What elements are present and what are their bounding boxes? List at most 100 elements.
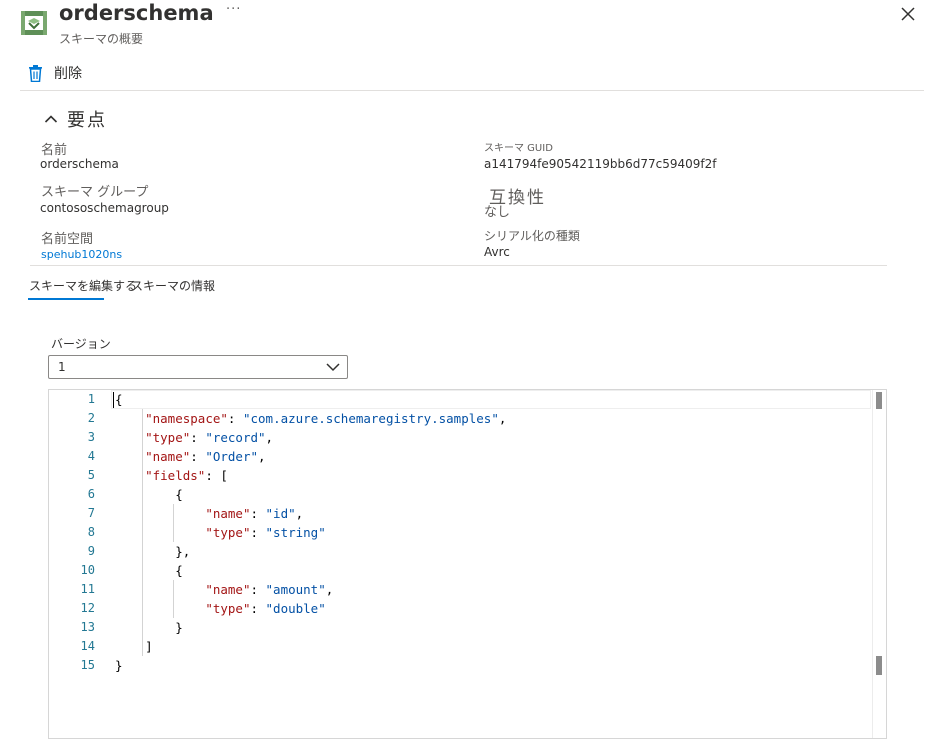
code-token: {	[115, 392, 123, 407]
code-line: {	[115, 390, 123, 409]
code-token: ,	[265, 430, 274, 445]
code-token: "amount"	[265, 582, 326, 597]
line-number: 2	[87, 411, 95, 425]
tab-schema-info[interactable]: スキーマの情報	[131, 277, 215, 294]
active-tab-indicator	[28, 298, 104, 300]
delete-button[interactable]: 削除	[28, 62, 82, 84]
text-cursor	[113, 392, 114, 408]
code-token: "name"	[205, 506, 251, 521]
namespace-link[interactable]: spehub1020ns	[41, 248, 122, 261]
current-line-highlight	[111, 390, 871, 409]
namespace-label: 名前空間	[41, 232, 94, 247]
code-token: ,	[498, 411, 507, 426]
code-token: :	[227, 411, 243, 426]
code-line: "namespace": "com.azure.schemaregistry.s…	[115, 409, 506, 428]
line-number: 9	[87, 544, 95, 558]
schema-guid-value: a141794fe90542119bb6d77c59409f2f	[484, 157, 717, 171]
schema-code-editor[interactable]: 1 2 3 4 5 6 7 8 9 10 11 12 13 14 15 { "namespace": "co…	[48, 389, 887, 739]
code-line: "fields": [	[115, 466, 228, 485]
code-token: {	[115, 563, 183, 578]
code-token: :	[250, 601, 266, 616]
code-token: "record"	[205, 430, 266, 445]
code-token: "name"	[145, 449, 191, 464]
editor-scrollbar[interactable]	[872, 390, 886, 738]
schema-guid-label: スキーマ GUID	[484, 143, 553, 154]
code-token: ,	[325, 582, 334, 597]
code-token: "type"	[205, 601, 251, 616]
code-token: }	[115, 620, 183, 635]
code-line: "name": "Order",	[115, 447, 266, 466]
scrollbar-marker	[876, 656, 882, 675]
code-token: :	[190, 430, 206, 445]
line-number: 15	[80, 658, 95, 672]
code-token: :	[250, 582, 266, 597]
code-line: "type": "double"	[115, 599, 326, 618]
schema-group-label: スキーマ グループ	[41, 185, 149, 200]
code-token: :	[250, 525, 266, 540]
line-number: 11	[80, 582, 95, 596]
line-number: 14	[80, 639, 95, 653]
scrollbar-marker	[876, 392, 882, 409]
code-token: },	[115, 544, 191, 559]
chevron-up-icon	[44, 115, 58, 123]
code-line: }	[115, 656, 123, 675]
page-subtitle: スキーマの概要	[59, 32, 144, 46]
line-number: 5	[87, 468, 95, 482]
code-line: "type": "string"	[115, 523, 326, 542]
line-number: 13	[80, 620, 95, 634]
schema-icon	[21, 11, 47, 35]
close-icon[interactable]	[899, 5, 917, 23]
code-token: "fields"	[145, 468, 206, 483]
code-token: }	[115, 658, 123, 673]
schema-group-value: contososchemagroup	[40, 201, 169, 215]
line-number: 1	[87, 392, 95, 406]
page-title: orderschema	[59, 1, 214, 25]
code-token: "namespace"	[145, 411, 228, 426]
line-number: 8	[87, 525, 95, 539]
code-line: {	[115, 561, 183, 580]
code-token: "name"	[205, 582, 251, 597]
code-token: "type"	[145, 430, 191, 445]
code-token: ]	[115, 639, 153, 654]
more-options-button[interactable]: ···	[226, 2, 241, 17]
code-token: "string"	[265, 525, 326, 540]
code-token: ,	[295, 506, 304, 521]
version-label: バージョン	[51, 337, 111, 351]
line-number: 12	[80, 601, 95, 615]
code-line: }	[115, 618, 183, 637]
code-token: "type"	[205, 525, 251, 540]
line-number: 7	[87, 506, 95, 520]
delete-label: 削除	[54, 66, 82, 82]
serialization-type-value: Avrc	[484, 245, 510, 259]
serialization-type-label: シリアル化の種類	[484, 229, 580, 243]
tab-edit-schema[interactable]: スキーマを編集する	[29, 277, 137, 294]
chevron-down-icon	[326, 363, 340, 372]
essentials-toggle[interactable]: 要点	[44, 106, 107, 132]
code-token: "double"	[265, 601, 326, 616]
code-token: "Order"	[205, 449, 259, 464]
code-token: "id"	[265, 506, 296, 521]
code-line: ]	[115, 637, 153, 656]
name-label: 名前	[41, 143, 68, 158]
code-token: : [	[205, 468, 228, 483]
line-number: 4	[87, 449, 95, 463]
essentials-heading: 要点	[67, 110, 107, 131]
code-token: ,	[258, 449, 266, 464]
code-line: "name": "id",	[115, 504, 303, 523]
code-line: "type": "record",	[115, 428, 273, 447]
line-number: 6	[87, 487, 95, 501]
code-line: "name": "amount",	[115, 580, 333, 599]
code-line: {	[115, 485, 183, 504]
compatibility-value: なし	[484, 205, 511, 220]
line-number: 3	[87, 430, 95, 444]
trash-icon	[29, 64, 42, 82]
version-dropdown[interactable]: 1	[48, 355, 348, 379]
essentials-divider	[30, 265, 887, 266]
code-token: {	[115, 487, 183, 502]
name-value: orderschema	[40, 157, 119, 171]
